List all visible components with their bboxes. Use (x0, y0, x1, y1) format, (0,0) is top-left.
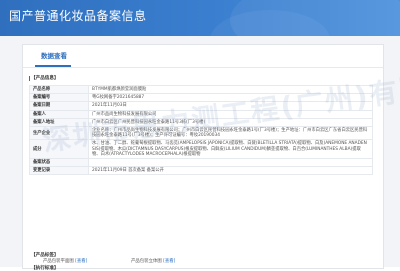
field-key: 备案人 (29, 109, 89, 119)
field-key: 备案人地址 (29, 117, 89, 128)
section-marker (29, 76, 30, 81)
info-row: 备案编号 粤G妆网备字2021645887 (29, 93, 373, 103)
header-banner: 国产普通化妆品备案信息 (0, 0, 400, 36)
view-link[interactable]: [查看] (75, 259, 87, 264)
field-value: 广州市品尚生物科技发展有限公司 (88, 109, 373, 119)
field-key: 产品名称 (29, 84, 89, 95)
attachment-row: 产品包装立体图 [查看] (131, 258, 175, 264)
field-value: 水、甘油、丁二醇、蛇葡萄根提取物、马齿苋(AMPELOPSIS JAPONICA… (88, 139, 373, 160)
info-row: 变更记录 2021年11月09日 首次备案 备案公开 (29, 166, 373, 176)
attachment-label: 产品包装平面图 (43, 259, 74, 264)
info-row: 备案状态 (29, 158, 373, 168)
field-value: 广州市白云区广州民营科技园永旺金泰路11号3栋(厂3号楼) (88, 117, 373, 128)
attachment-label: 产品包装立体图 (131, 259, 162, 264)
detail-card: 数据查看 【产品信息】 产品名称 BTYMM肌都焕颜莹润面膜贴 备案编号 粤G妆网备字… (22, 44, 384, 271)
page-title: 国产普通化妆品备案信息 (9, 9, 147, 23)
info-row: 备案人地址 广州市白云区广州民营科技园永旺金泰路11号3栋(厂3号楼) (29, 117, 373, 128)
tab-active-indicator (35, 65, 71, 67)
info-row: 生产企业 企业名称：广州市品尚生物科技发展有限公司；广州市白云区民营科技园永旺金泰… (29, 126, 373, 141)
info-row: 备案日期 2021年11月03日 (29, 101, 373, 111)
section-title-product-info: 【产品信息】 (31, 76, 59, 81)
field-key: 备案编号 (29, 93, 89, 103)
info-row: 备案人 广州市品尚生物科技发展有限公司 (29, 109, 373, 119)
field-value: 2021年11月09日 首次备案 备案公开 (88, 166, 373, 176)
field-value: BTYMM肌都焕颜莹润面膜贴 (88, 84, 373, 95)
info-row: 成分 水、甘油、丁二醇、蛇葡萄根提取物、马齿苋(AMPELOPSIS JAPONI… (29, 139, 373, 160)
field-key: 备案日期 (29, 101, 89, 111)
field-key: 成分 (29, 139, 89, 160)
field-key: 备案状态 (29, 158, 89, 168)
section-title-test-report: 【执行标准】 (31, 266, 59, 271)
field-key: 变更记录 (29, 166, 89, 176)
card-header: 数据查看 (23, 45, 383, 68)
info-row: 产品名称 BTYMM肌都焕颜莹润面膜贴 (29, 84, 373, 95)
view-link[interactable]: [查看] (163, 259, 175, 264)
field-value: 粤G妆网备字2021645887 (88, 93, 373, 103)
field-value: 2021年11月03日 (88, 101, 373, 111)
attachment-row: 产品包装平面图 [查看] (43, 258, 87, 264)
field-key: 生产企业 (29, 126, 89, 141)
field-value (88, 158, 373, 168)
tab-data-view[interactable]: 数据查看 (41, 50, 67, 60)
product-info-table: 产品名称 BTYMM肌都焕颜莹润面膜贴 备案编号 粤G妆网备字2021645887 备案… (29, 84, 373, 176)
field-value: 企业名称：广州市品尚生物科技发展有限公司；广州市白云区民营科技园永旺金泰路1号(… (88, 126, 373, 141)
